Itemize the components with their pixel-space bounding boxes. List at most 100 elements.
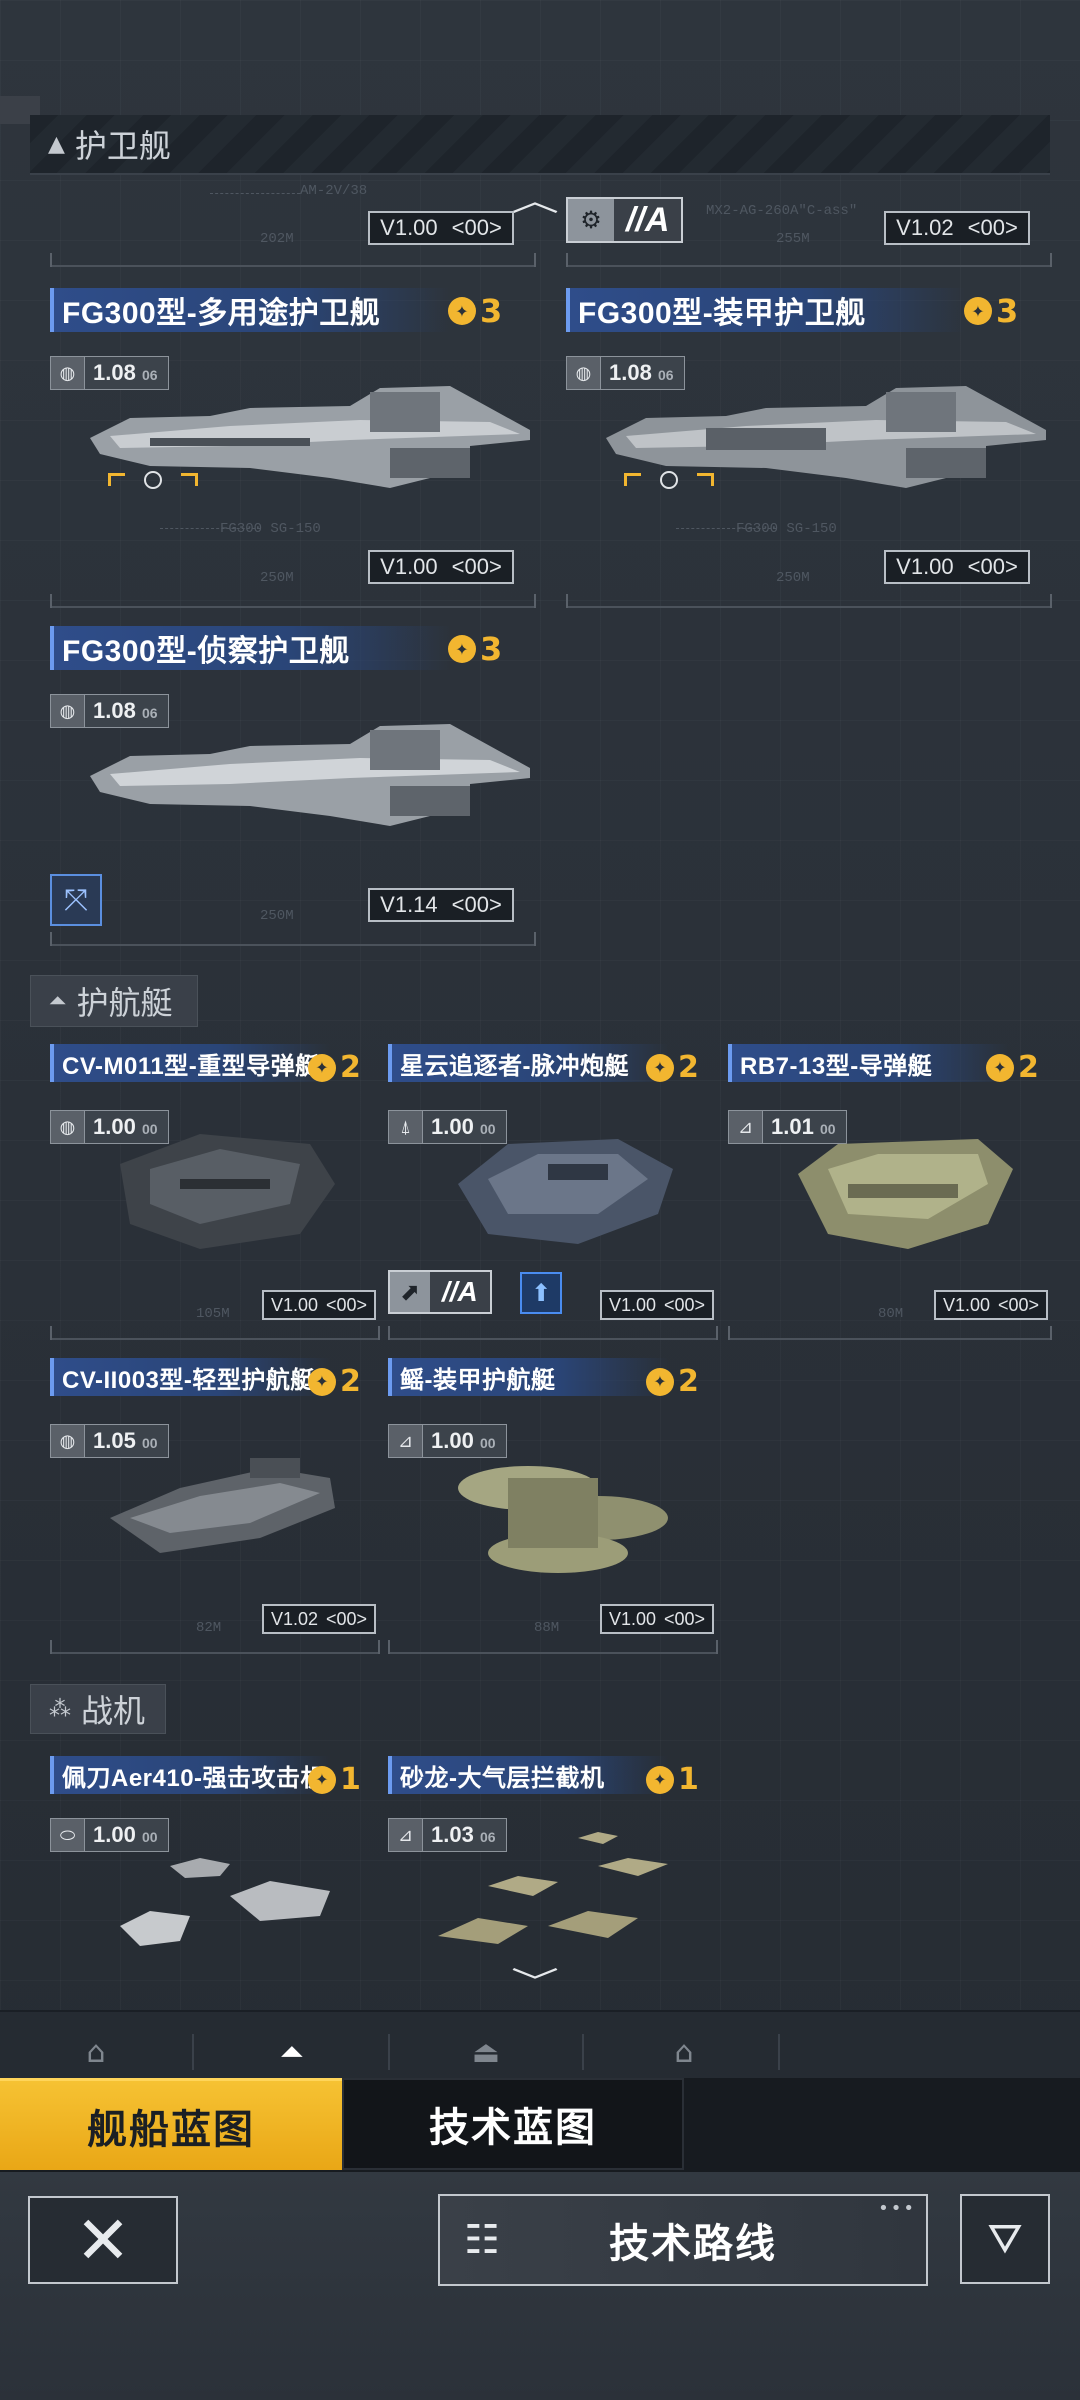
rank-gear-icon: ✦	[308, 1765, 336, 1794]
rank-value: 2	[340, 1364, 361, 1399]
escort-card[interactable]: 鳐-装甲护航艇 ✦ 2 ⊿ 1.00 00 88M V1.00 <00>	[388, 1358, 718, 1654]
frigate-card[interactable]: FG300型-侦察护卫舰 ✦ 3 ◍ 1.08 06 ⤧ 250M V1.14 …	[50, 626, 536, 946]
version-value: V1.14	[380, 892, 438, 917]
version-tag: V1.00 <00>	[934, 1290, 1048, 1320]
version-value: V1.00	[608, 1608, 656, 1629]
fighter-model-image	[120, 1858, 330, 1946]
version-tag: V1.00 <00>	[368, 211, 514, 245]
version-value: V1.00	[942, 1294, 990, 1315]
ship-caption: FG300 SG-150	[736, 521, 837, 537]
tab-station-icon[interactable]: ⌂	[664, 2030, 704, 2074]
rank-value: 2	[340, 1050, 361, 1085]
section-label: 战机	[81, 1692, 146, 1730]
tab-tech-blueprint[interactable]: 技术蓝图	[342, 2078, 684, 2170]
tab-ship-blueprint[interactable]: 舰船蓝图	[0, 2078, 342, 2170]
ship-name: 砂龙-大气层拦截机	[400, 1764, 605, 1792]
more-dots-icon: •••	[878, 2198, 916, 2219]
escort-section-icon: ⏶	[49, 988, 67, 1014]
tab-escort-icon[interactable]: ⏏	[466, 2030, 506, 2074]
scout-skill-badge: ⤧	[50, 874, 102, 926]
tree-list-icon: ☷	[464, 2217, 500, 2263]
rank-badge: ✦ 1	[308, 1762, 361, 1797]
rank-gear-icon: ✦	[964, 297, 992, 325]
section-header-fighter[interactable]: ⁂ 战机	[30, 1684, 166, 1734]
rank-gear-icon: ✦	[308, 1053, 336, 1082]
rocket-faction-icon: ⍋	[389, 1111, 423, 1143]
version-value: V1.02	[896, 215, 954, 240]
tier-arrow-icon: ⬈	[390, 1272, 430, 1312]
version-code: <00>	[967, 554, 1018, 579]
rank-value: 2	[678, 1050, 699, 1085]
version-value: V1.02	[270, 1608, 318, 1629]
rank-value: 2	[678, 1364, 699, 1399]
section-label: 护航艇	[76, 984, 173, 1022]
version-code: <00>	[664, 1294, 706, 1315]
escort-card[interactable]: CV-II003型-轻型护航艇 ✦ 2 ◍ 1.05 00 82M V1.02 …	[50, 1358, 380, 1654]
ship-title-bar: 砂龙-大气层拦截机	[388, 1756, 668, 1794]
version-value: V1.00	[270, 1294, 318, 1315]
section-header-escort[interactable]: ⏶ 护航艇	[30, 975, 198, 1027]
tab-divider	[388, 2034, 390, 2070]
ship-title-bar: CV-M011型-重型导弹艇	[50, 1044, 330, 1082]
fighter-card[interactable]: 砂龙-大气层拦截机 ✦ 1 ⊿ 1.03 06	[388, 1756, 718, 1956]
corp-faction-icon: ⊿	[389, 1425, 423, 1457]
hardpoint-ring	[660, 471, 678, 489]
ship-title-bar: CV-II003型-轻型护航艇	[50, 1358, 330, 1396]
corp-faction-icon: ⊿	[729, 1111, 763, 1143]
rank-badge: ✦ 2	[986, 1050, 1039, 1085]
length-label: 250M	[260, 570, 294, 586]
filter-button[interactable]: ⛛	[960, 2194, 1050, 2284]
globe-icon: ◍	[567, 357, 601, 389]
ship-caption: FG300 SG-150	[220, 521, 321, 537]
tech-route-button[interactable]: ☷ 技术路线 •••	[438, 2194, 928, 2286]
rank-badge: ✦ 1	[646, 1762, 699, 1797]
length-label: 82M	[196, 1620, 222, 1636]
hardpoint-ring	[144, 471, 162, 489]
ship-title-bar: FG300型-侦察护卫舰	[50, 626, 450, 670]
close-button[interactable]: ✕	[28, 2196, 178, 2284]
version-code: <00>	[451, 892, 502, 917]
rank-badge: ✦ 3	[448, 630, 502, 668]
fighter-section-icon: ⁂	[49, 1696, 71, 1722]
escort-model-image	[458, 1466, 668, 1573]
ship-title-bar: FG300型-多用途护卫舰	[50, 288, 450, 332]
globe-icon: ◍	[51, 1111, 85, 1143]
escort-model-image	[120, 1134, 335, 1249]
rank-gear-icon: ✦	[448, 635, 476, 663]
rank-badge: ✦ 3	[448, 292, 502, 330]
rank-gear-icon: ✦	[646, 1053, 674, 1082]
tab-frigate-icon[interactable]: ⏶	[272, 2030, 312, 2074]
frigate-card[interactable]: FG300型-装甲护卫舰 ✦ 3 ◍ 1.08 06 FG300 SG-150 …	[566, 288, 1052, 608]
rank-value: 3	[996, 292, 1019, 330]
tech-route-label: 技术路线	[609, 2221, 777, 2267]
version-code: <00>	[326, 1294, 368, 1315]
partial-card-left[interactable]: AM-2V/38 202M V1.00 <00>	[50, 175, 536, 267]
partial-card-right[interactable]: ⚙ //A MX2-AG-260A"C-ass" 255M V1.02 <00>	[566, 175, 1052, 267]
emblem-faction-icon: ⬭	[51, 1819, 85, 1851]
escort-model-image	[798, 1139, 1013, 1249]
length-label: 88M	[534, 1620, 560, 1636]
frigate-card[interactable]: FG300型-多用途护卫舰 ✦ 3 ◍ 1.08 06 FG300 SG-150…	[50, 288, 536, 608]
fighter-card[interactable]: 佩刀Aer410-强击攻击机 ✦ 1 ⬭ 1.00 00	[50, 1756, 380, 1956]
rank-badge: ✦ 3	[964, 292, 1018, 330]
ship-title-bar: 星云追逐者-脉冲炮艇	[388, 1044, 668, 1082]
scroll-down-icon[interactable]: ﹀	[511, 1958, 559, 2002]
tab-capital-ship-icon[interactable]: ⌂	[76, 2030, 116, 2074]
escort-card[interactable]: 星云追逐者-脉冲炮艇 ✦ 2 ⍋ 1.00 00 ⬈ //A ⬆ V1.00 <…	[388, 1044, 718, 1340]
version-code: <00>	[967, 215, 1018, 240]
escort-card[interactable]: CV-M011型-重型导弹艇 ✦ 2 ◍ 1.00 00 105M V1.00 …	[50, 1044, 380, 1340]
section-header-frigate[interactable]: ▲ 护卫舰	[30, 115, 1050, 175]
version-tag: V1.14 <00>	[368, 888, 514, 922]
globe-icon: ◍	[51, 695, 85, 727]
ship-name: CV-M011型-重型导弹艇	[62, 1052, 320, 1080]
tab-divider	[192, 2034, 194, 2070]
ship-title-bar: RB7-13型-导弹艇	[728, 1044, 1008, 1082]
version-code: <00>	[451, 554, 502, 579]
ship-name: FG300型-多用途护卫舰	[62, 297, 381, 330]
version-value: V1.00	[608, 1294, 656, 1315]
rank-value: 3	[480, 630, 503, 668]
ship-name: FG300型-装甲护卫舰	[578, 297, 866, 330]
escort-card[interactable]: RB7-13型-导弹艇 ✦ 2 ⊿ 1.01 00 80M V1.00 <00>	[728, 1044, 1052, 1340]
rank-badge: ✦ 2	[308, 1050, 361, 1085]
globe-icon: ◍	[51, 357, 85, 389]
